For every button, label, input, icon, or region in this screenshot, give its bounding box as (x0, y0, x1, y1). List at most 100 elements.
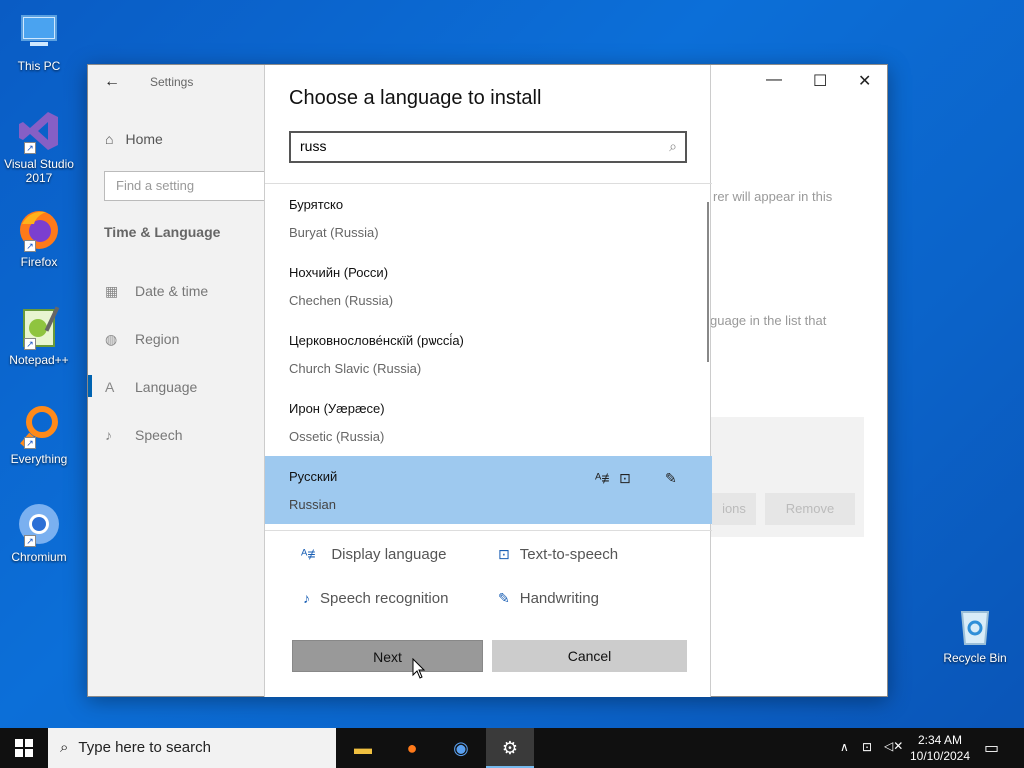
computer-icon (16, 10, 62, 56)
start-button[interactable] (0, 728, 48, 768)
legend-label: Text-to-speech (519, 546, 619, 563)
display-language-icon: ᴬ≢ (301, 546, 322, 562)
english-name: Church Slavic (Russia) (289, 361, 422, 376)
chromium-icon: ↗ (16, 501, 62, 547)
cancel-button[interactable]: Cancel (492, 640, 687, 672)
handwriting-icon: ✎ (498, 590, 510, 606)
taskbar-search-placeholder: Type here to search (78, 739, 211, 756)
desktop-icon-label: Visual Studio 2017 (4, 157, 74, 185)
english-name: Russian (289, 497, 336, 512)
remove-button: Remove (765, 493, 855, 525)
minimize-button[interactable]: — (766, 71, 782, 89)
nav-item-label: Speech (135, 427, 183, 443)
nav-home[interactable]: ⌂ Home (105, 131, 175, 147)
legend-label: Display language (331, 546, 447, 563)
desktop-icon-notepad-plus-plus[interactable]: ↗ Notepad++ (4, 304, 74, 367)
desktop-icon-label: This PC (17, 59, 61, 73)
file-explorer-icon[interactable]: ▬ (339, 728, 387, 768)
clock-date: 10/10/2024 (909, 749, 971, 763)
nav-item-region[interactable]: ◍ Region (105, 331, 179, 348)
list-item[interactable]: Ирон (Уæрæсе) Ossetic (Russia) (265, 388, 712, 456)
next-button[interactable]: Next (292, 640, 483, 672)
windows-logo-icon (15, 739, 33, 757)
mouse-cursor-icon (412, 658, 426, 679)
taskbar: ⌕ Type here to search ▬ ● ◉ ⚙ ∧ ⊡ ◁✕ 2:34… (0, 728, 1024, 768)
desktop-icon-label: Firefox (20, 255, 58, 269)
nav-item-language[interactable]: A Language (105, 379, 197, 395)
settings-sidebar: ← Settings ⌂ Home Find a setting Time & L… (88, 65, 304, 696)
notification-icon[interactable]: ▭ (984, 738, 999, 758)
options-button: ions (712, 493, 756, 525)
volume-muted-icon[interactable]: ◁✕ (884, 739, 903, 753)
nav-item-label: Region (135, 331, 180, 347)
list-item[interactable]: Церковнослове́нскїй (рѡссі́а) Church Sla… (265, 320, 712, 388)
search-icon: ⌕ (60, 739, 69, 756)
list-item[interactable]: Нохчийн (Росси) Chechen (Russia) (265, 252, 712, 320)
maximize-button[interactable]: ☐ (813, 71, 827, 91)
desktop-icon-label: Notepad++ (9, 353, 69, 367)
everything-search-icon: ↗ (16, 403, 62, 449)
choose-language-dialog: Choose a language to install russ ⌕ Буря… (264, 65, 712, 697)
native-name: Бурятско (289, 197, 344, 212)
list-item[interactable]: Бурятско Buryat (Russia) (265, 184, 712, 252)
section-heading: Time & Language (104, 224, 221, 240)
list-item-selected[interactable]: Русский Russian ᴬ≢ ⊡ ✎ (265, 456, 712, 524)
background-text: guage in the list that (710, 313, 827, 328)
desktop-icon-chromium[interactable]: ↗ Chromium (4, 501, 74, 564)
chromium-taskbar-icon[interactable]: ◉ (437, 728, 485, 768)
globe-icon: ◍ (105, 331, 118, 347)
back-arrow-icon[interactable]: ← (104, 73, 120, 91)
taskbar-search-box[interactable]: ⌕ Type here to search (48, 728, 336, 768)
shortcut-arrow-icon: ↗ (24, 437, 36, 449)
desktop-icon-visual-studio[interactable]: ↗ Visual Studio 2017 (4, 108, 74, 185)
microphone-icon: ♪ (105, 427, 112, 443)
display-language-feature-icon: ᴬ≢ (595, 470, 616, 486)
nav-home-label: Home (125, 131, 163, 147)
nav-item-label: Date & time (135, 283, 209, 299)
desktop-icon-label: Recycle Bin (943, 651, 1007, 665)
background-text: rer will appear in this (713, 189, 833, 204)
close-button[interactable]: ✕ (858, 71, 871, 91)
language-search-input[interactable]: russ ⌕ (289, 131, 687, 163)
microphone-icon: ♪ (303, 590, 310, 606)
search-value: russ (300, 138, 327, 154)
desktop-icon-everything[interactable]: ↗ Everything (4, 403, 74, 466)
chevron-up-icon[interactable]: ∧ (840, 740, 849, 754)
native-name: Церковнослове́нскїй (рѡссі́а) (289, 333, 464, 348)
text-to-speech-feature-icon: ⊡ (619, 470, 631, 486)
native-name: Русский (289, 469, 338, 484)
legend-speech-recognition: ♪ Speech recognition (303, 590, 448, 607)
notepad-plus-plus-icon: ↗ (16, 304, 62, 350)
english-name: Ossetic (Russia) (289, 429, 385, 444)
firefox-icon: ↗ (16, 206, 62, 252)
window-title: Settings (150, 75, 194, 89)
nav-item-date-time[interactable]: ▦ Date & time (105, 283, 208, 300)
legend-text-to-speech: ⊡ Text-to-speech (498, 546, 618, 563)
settings-taskbar-icon[interactable]: ⚙ (486, 728, 534, 768)
active-indicator (88, 375, 92, 397)
search-icon: ⌕ (669, 138, 677, 154)
legend-label: Speech recognition (320, 590, 449, 607)
dialog-title: Choose a language to install (289, 87, 542, 109)
english-name: Chechen (Russia) (289, 293, 394, 308)
nav-item-label: Language (135, 379, 198, 395)
shortcut-arrow-icon: ↗ (24, 142, 36, 154)
clock-icon: ▦ (105, 283, 119, 299)
desktop-icon-this-pc[interactable]: This PC (4, 10, 74, 73)
native-name: Нохчийн (Росси) (289, 265, 389, 280)
native-name: Ирон (Уæрæсе) (289, 401, 385, 416)
text-to-speech-icon: ⊡ (498, 546, 510, 562)
taskbar-clock[interactable]: 2:34 AM 10/10/2024 (905, 732, 975, 764)
legend-display-language: ᴬ≢ Display language (301, 546, 446, 563)
home-icon: ⌂ (105, 131, 114, 147)
recycle-bin-icon (952, 602, 998, 648)
nav-item-speech[interactable]: ♪ Speech (105, 427, 182, 443)
desktop-icon-firefox[interactable]: ↗ Firefox (4, 206, 74, 269)
list-scrollbar[interactable] (707, 202, 709, 362)
shortcut-arrow-icon: ↗ (24, 338, 36, 350)
desktop-icon-recycle-bin[interactable]: Recycle Bin (940, 602, 1010, 665)
language-icon: A (105, 379, 115, 395)
network-icon[interactable]: ⊡ (862, 740, 872, 754)
firefox-taskbar-icon[interactable]: ● (388, 728, 436, 768)
handwriting-feature-icon: ✎ (665, 470, 677, 486)
